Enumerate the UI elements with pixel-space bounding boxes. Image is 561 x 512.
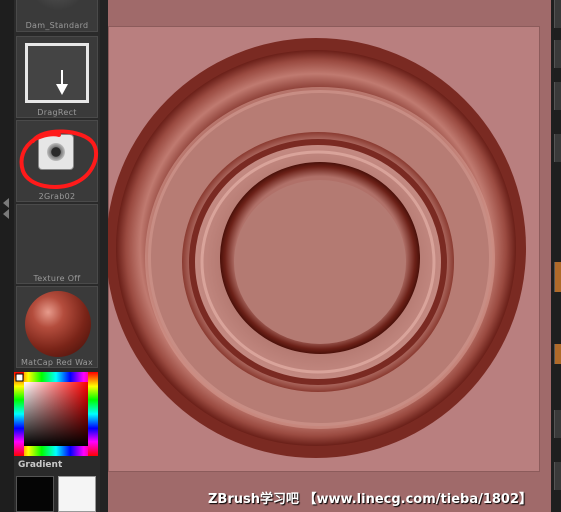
dragrect-icon bbox=[25, 43, 89, 103]
watermark-text: ZBrush学习吧 【www.linecg.com/tieba/1802】 bbox=[208, 492, 533, 507]
right-button-orange-2[interactable] bbox=[554, 344, 561, 364]
collapse-left-arrow-icon-2[interactable] bbox=[3, 209, 9, 219]
red-circle-annotation-icon bbox=[19, 129, 99, 189]
right-button-1[interactable] bbox=[554, 0, 561, 28]
matcap-sphere-icon bbox=[25, 291, 91, 357]
stroke-label: DragRect bbox=[37, 108, 77, 117]
main-color-swatch[interactable] bbox=[58, 476, 96, 512]
brush-label: Dam_Standard bbox=[25, 21, 89, 30]
tray-divider bbox=[100, 0, 108, 512]
right-button-2[interactable] bbox=[554, 40, 561, 68]
dam-standard-icon bbox=[31, 0, 85, 11]
texture-button[interactable]: Texture Off bbox=[16, 204, 98, 284]
right-button-4[interactable] bbox=[554, 134, 561, 162]
material-button[interactable]: MatCap Red Wax bbox=[16, 286, 98, 368]
alpha-2grab02-button[interactable]: 2Grab02 bbox=[16, 120, 99, 202]
right-button-3[interactable] bbox=[554, 82, 561, 110]
secondary-color-swatch[interactable] bbox=[16, 476, 54, 512]
right-button-5[interactable] bbox=[554, 410, 561, 438]
gradient-label: Gradient bbox=[18, 460, 63, 470]
brush-dam-standard-button[interactable]: Dam_Standard bbox=[16, 0, 98, 32]
right-button-6[interactable] bbox=[554, 462, 561, 490]
collapse-left-arrow-icon[interactable] bbox=[3, 198, 9, 208]
color-selector-handle[interactable] bbox=[15, 373, 24, 382]
sculpted-ring-mesh bbox=[108, 38, 526, 458]
left-dock-edge bbox=[0, 0, 14, 512]
left-tray: Dam_Standard DragRect 2Grab02 Texture Of… bbox=[14, 0, 100, 512]
right-button-orange-1[interactable] bbox=[554, 262, 561, 292]
color-picker[interactable] bbox=[14, 372, 98, 456]
texture-label: Texture Off bbox=[33, 274, 81, 283]
material-label: MatCap Red Wax bbox=[20, 358, 94, 367]
alpha-label: 2Grab02 bbox=[38, 192, 76, 201]
stroke-dragrect-button[interactable]: DragRect bbox=[16, 36, 98, 118]
